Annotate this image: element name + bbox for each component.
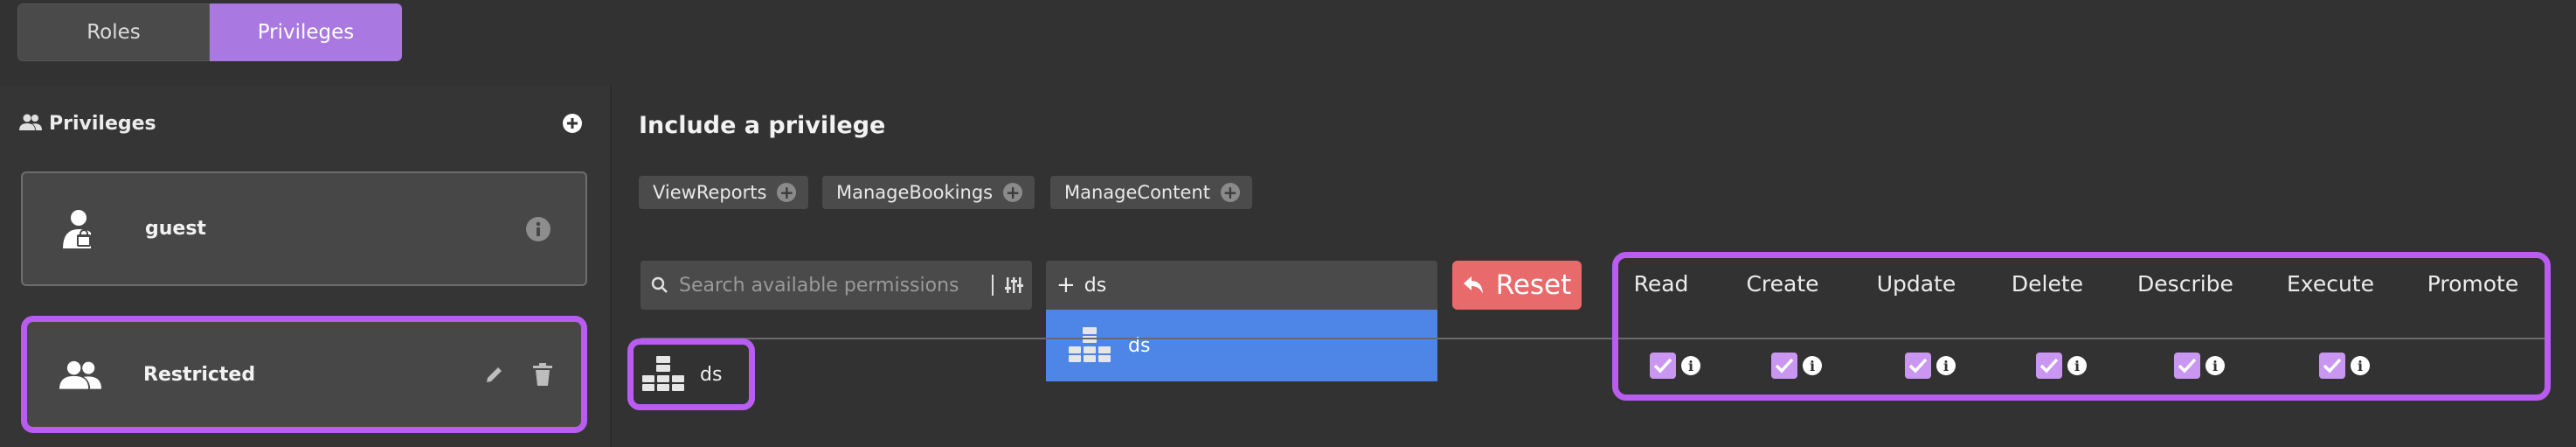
role-card-guest[interactable]: guest [21,171,587,286]
undo-arrow-icon [1463,276,1483,294]
checkbox-execute[interactable] [2319,353,2345,379]
people-icon [59,360,101,389]
column-header-describe: Describe [2137,271,2233,297]
sidebar-title: Privileges [49,113,156,135]
permission-cell-delete: i [2036,353,2087,379]
tab-privileges[interactable]: Privileges [210,3,402,61]
plus-circle-icon[interactable]: + [1003,183,1023,202]
privilege-chip-viewreports[interactable]: ViewReports + [639,176,809,209]
check-icon [1908,358,1928,374]
search-icon [651,276,668,294]
person-lock-icon [61,208,100,250]
privilege-chip-managebookings[interactable]: ManageBookings + [822,176,1035,209]
checkbox-create[interactable] [1771,353,1797,379]
selected-resource-node[interactable]: ds [627,339,755,410]
reset-label: Reset [1495,269,1572,301]
column-header-delete: Delete [2011,271,2084,297]
check-icon [2323,358,2342,374]
column-header-create: Create [1746,271,1819,297]
privilege-chip-managecontent[interactable]: ManageContent + [1050,176,1252,209]
role-name: Restricted [143,363,256,386]
checkbox-delete[interactable] [2036,353,2062,379]
add-privilege-button[interactable] [563,114,582,133]
role-name: guest [145,218,206,240]
people-icon [19,113,42,132]
search-input[interactable]: Search available permissions [679,275,959,297]
dropdown-option-ds[interactable]: ds [1046,310,1437,381]
permission-cell-create: i [1771,353,1822,379]
database-icon [642,356,684,393]
pencil-icon[interactable] [484,364,505,385]
checkbox-read[interactable] [1650,353,1676,379]
permission-cell-update: i [1905,353,1956,379]
permission-search[interactable]: Search available permissions [641,261,1032,310]
role-card-restricted[interactable]: Restricted [21,316,587,433]
column-header-read: Read [1633,271,1689,297]
plus-prefix: + [1056,272,1076,298]
chip-label: ViewReports [653,182,767,203]
checkbox-update[interactable] [1905,353,1931,379]
column-header-execute: Execute [2287,271,2374,297]
info-icon[interactable]: i [1803,356,1822,375]
search-separator [992,275,994,296]
permission-cell-read: i [1650,353,1700,379]
check-icon [2039,358,2059,374]
tab-roles[interactable]: Roles [17,3,210,61]
permission-cell-describe: i [2174,353,2225,379]
info-icon[interactable]: i [1936,356,1956,375]
chip-label: ManageContent [1064,182,1210,203]
permission-cell-execute: i [2319,353,2370,379]
chip-label: ManageBookings [836,182,994,203]
check-icon [1653,358,1672,374]
info-icon[interactable] [526,216,551,241]
trash-icon[interactable] [533,363,552,386]
page-title: Include a privilege [639,112,886,139]
info-icon[interactable]: i [2067,356,2087,375]
info-icon[interactable]: i [1681,356,1700,375]
check-icon [2178,358,2197,374]
info-icon[interactable]: i [2206,356,2225,375]
node-label: ds [700,363,723,386]
reset-button[interactable]: Reset [1452,261,1582,310]
resource-combobox[interactable]: + ds [1046,261,1437,310]
combobox-input[interactable]: ds [1084,275,1106,297]
info-icon[interactable]: i [2351,356,2370,375]
plus-circle-icon [563,114,582,133]
check-icon [1775,358,1794,374]
plus-circle-icon[interactable]: + [777,183,797,202]
column-header-promote: Promote [2427,271,2519,297]
plus-circle-icon[interactable]: + [1220,183,1240,202]
sliders-icon[interactable] [1004,276,1023,295]
column-header-update: Update [1876,271,1956,297]
checkbox-describe[interactable] [2174,353,2200,379]
database-icon [1069,327,1111,364]
